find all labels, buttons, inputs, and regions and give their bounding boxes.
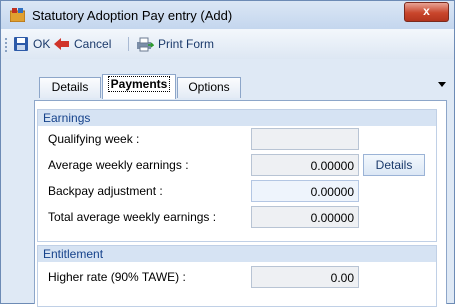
- tab-payments-label: Payments: [107, 76, 171, 92]
- tab-options-label: Options: [188, 80, 230, 94]
- qualifying-week-label: Qualifying week :: [48, 132, 140, 146]
- toolbar-grip-icon[interactable]: [5, 38, 9, 52]
- back-arrow-icon: [54, 38, 69, 50]
- close-button[interactable]: x: [404, 2, 449, 22]
- total-average-weekly-earnings-field[interactable]: 0.00000: [251, 206, 359, 228]
- entitlement-group: Entitlement Higher rate (90% TAWE) : 0.0…: [37, 245, 437, 307]
- tab-details[interactable]: Details: [39, 77, 101, 98]
- print-icon: [137, 37, 154, 52]
- details-button[interactable]: Details: [363, 154, 425, 176]
- earnings-header: Earnings: [38, 110, 436, 126]
- tab-options[interactable]: Options: [177, 77, 241, 98]
- tab-details-label: Details: [51, 80, 89, 94]
- dialog-window: Statutory Adoption Pay entry (Add) x OK …: [0, 0, 455, 307]
- payments-page: Earnings Qualifying week : Average weekl…: [34, 100, 447, 307]
- title-bar[interactable]: Statutory Adoption Pay entry (Add) x: [1, 1, 454, 29]
- backpay-adjustment-label: Backpay adjustment :: [48, 184, 163, 198]
- higher-rate-label: Higher rate (90% TAWE) :: [48, 270, 186, 284]
- tab-list-dropdown-icon[interactable]: [438, 82, 446, 87]
- app-icon: [10, 8, 25, 22]
- print-form-button[interactable]: Print Form: [136, 36, 214, 52]
- backpay-adjustment-field[interactable]: 0.00000: [251, 180, 359, 202]
- qualifying-week-field[interactable]: [251, 128, 359, 150]
- print-form-label: Print Form: [158, 37, 215, 51]
- cancel-label: Cancel: [74, 37, 112, 51]
- close-icon: x: [423, 4, 430, 18]
- tab-payments[interactable]: Payments: [102, 74, 176, 99]
- ok-label: OK: [33, 37, 51, 51]
- tab-strip: Details Payments Options: [1, 59, 454, 103]
- toolbar-separator: [128, 37, 129, 51]
- save-icon: [14, 37, 28, 51]
- total-average-weekly-earnings-label: Total average weekly earnings :: [48, 210, 217, 224]
- average-weekly-earnings-label: Average weekly earnings :: [48, 158, 189, 172]
- toolbar: OK Cancel Print Form: [1, 29, 454, 60]
- ok-button[interactable]: OK: [13, 36, 50, 52]
- higher-rate-field[interactable]: 0.00: [251, 266, 359, 288]
- window-title: Statutory Adoption Pay entry (Add): [32, 8, 233, 23]
- entitlement-header: Entitlement: [38, 246, 436, 262]
- average-weekly-earnings-field[interactable]: 0.00000: [251, 154, 359, 176]
- cancel-button[interactable]: Cancel: [53, 36, 111, 52]
- earnings-group: Earnings Qualifying week : Average weekl…: [37, 109, 437, 242]
